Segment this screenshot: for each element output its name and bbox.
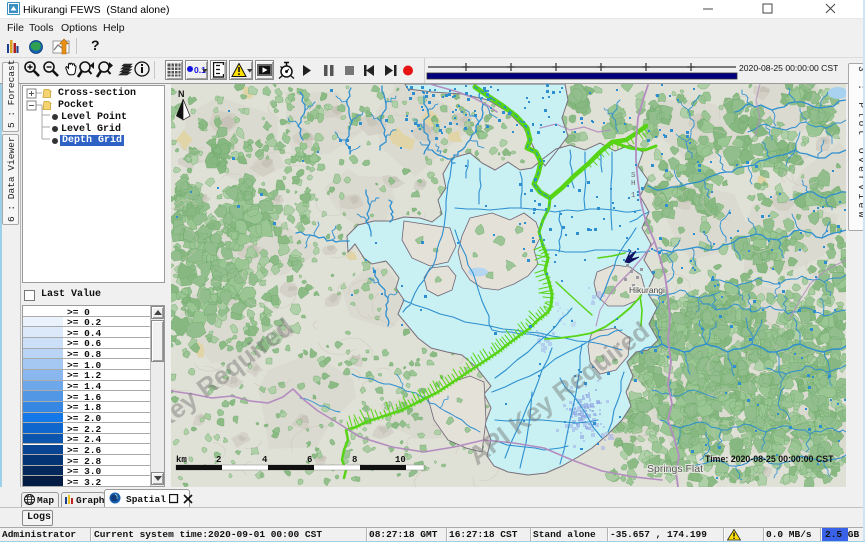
svg-text:N: N bbox=[178, 89, 185, 99]
svg-text:km: km bbox=[176, 455, 187, 465]
svg-text:2020-08-25 00:00:00 CST: 2020-08-25 00:00:00 CST bbox=[739, 63, 838, 73]
svg-text:4: 4 bbox=[262, 455, 268, 465]
svg-text:1: 1 bbox=[631, 192, 636, 200]
svg-text:10: 10 bbox=[395, 455, 406, 465]
svg-text:5 : Forecast: 5 : Forecast bbox=[6, 60, 17, 128]
svg-text:S: S bbox=[631, 172, 636, 180]
svg-text:Hikurangi: Hikurangi bbox=[629, 285, 665, 295]
svg-text:2: 2 bbox=[216, 455, 221, 465]
svg-text:6: 6 bbox=[307, 455, 312, 465]
svg-text:Time: 2020-08-25 00:00:00 CST: Time: 2020-08-25 00:00:00 CST bbox=[705, 454, 834, 464]
svg-text:8: 8 bbox=[352, 455, 357, 465]
svg-text:H: H bbox=[631, 180, 636, 188]
svg-text:6 : Data Viewer: 6 : Data Viewer bbox=[6, 136, 17, 222]
svg-text:Springs Flat: Springs Flat bbox=[647, 463, 703, 475]
